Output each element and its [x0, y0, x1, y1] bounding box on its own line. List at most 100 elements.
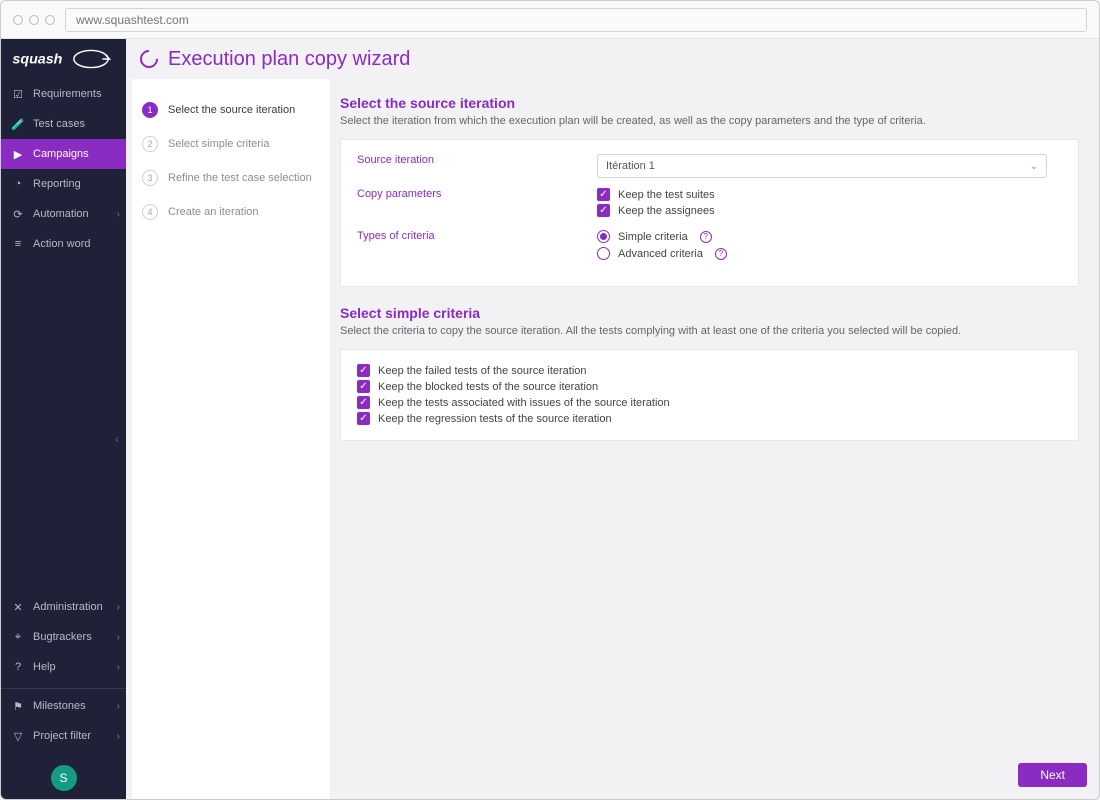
- browser-chrome: www.squashtest.com: [1, 1, 1099, 39]
- checkbox-icon: [597, 204, 610, 217]
- step-number: 2: [142, 136, 158, 152]
- checkbox-icon: [597, 188, 610, 201]
- page-header: Execution plan copy wizard: [126, 39, 1099, 79]
- source-iteration-label: Source iteration: [357, 154, 597, 166]
- simple-criteria-radio[interactable]: Simple criteria?: [597, 230, 1062, 243]
- sidebar-item-label: Administration: [33, 601, 103, 613]
- checkbox-icon: [357, 380, 370, 393]
- sidebar-item-label: Test cases: [33, 118, 85, 130]
- keep-regression-checkbox[interactable]: Keep the regression tests of the source …: [357, 412, 1062, 425]
- requirements-icon: ☑: [11, 87, 25, 101]
- url-bar[interactable]: www.squashtest.com: [65, 8, 1087, 32]
- sidebar: squash ☑ Requirements 🧪 Test cases ▶ Campai…: [1, 39, 126, 799]
- test-cases-icon: 🧪: [11, 117, 25, 131]
- chevron-right-icon: ›: [117, 602, 120, 613]
- section1-desc: Select the iteration from which the exec…: [340, 115, 1079, 127]
- radio-icon: [597, 247, 610, 260]
- sidebar-item-test-cases[interactable]: 🧪 Test cases: [1, 109, 126, 139]
- sidebar-item-label: Requirements: [33, 88, 101, 100]
- sidebar-item-help[interactable]: ? Help ›: [1, 652, 126, 682]
- sidebar-item-action-word[interactable]: ≡ Action word: [1, 229, 126, 259]
- advanced-criteria-radio[interactable]: Advanced criteria?: [597, 247, 1062, 260]
- help-icon: ?: [11, 660, 25, 674]
- keep-failed-checkbox[interactable]: Keep the failed tests of the source iter…: [357, 364, 1062, 377]
- sidebar-item-label: Campaigns: [33, 148, 89, 160]
- campaigns-icon: ▶: [11, 147, 25, 161]
- chevron-right-icon: ›: [117, 731, 120, 742]
- checkbox-label: Keep the assignees: [618, 205, 715, 217]
- sidebar-item-label: Project filter: [33, 730, 91, 742]
- next-button[interactable]: Next: [1018, 763, 1087, 787]
- sidebar-item-label: Action word: [33, 238, 90, 250]
- sidebar-item-project-filter[interactable]: ▽ Project filter ›: [1, 721, 126, 751]
- sidebar-item-label: Help: [33, 661, 56, 673]
- checkbox-label: Keep the test suites: [618, 189, 715, 201]
- checkbox-label: Keep the blocked tests of the source ite…: [378, 381, 598, 393]
- checkbox-label: Keep the failed tests of the source iter…: [378, 365, 587, 377]
- step-label: Select the source iteration: [168, 104, 295, 116]
- svg-text:squash: squash: [12, 51, 62, 67]
- sidebar-item-label: Automation: [33, 208, 89, 220]
- step-number: 4: [142, 204, 158, 220]
- keep-issues-checkbox[interactable]: Keep the tests associated with issues of…: [357, 396, 1062, 409]
- sidebar-item-milestones[interactable]: ⚑ Milestones ›: [1, 691, 126, 721]
- automation-icon: ⟳: [11, 207, 25, 221]
- keep-assignees-checkbox[interactable]: Keep the assignees: [597, 204, 1062, 217]
- main: Execution plan copy wizard 1Select the s…: [126, 39, 1099, 799]
- wizard-form: Select the source iteration Select the i…: [330, 79, 1095, 799]
- admin-icon: ✕: [11, 600, 25, 614]
- checkbox-icon: [357, 412, 370, 425]
- step-2[interactable]: 2Select simple criteria: [142, 127, 320, 161]
- section2-title: Select simple criteria: [340, 305, 1079, 321]
- section1-title: Select the source iteration: [340, 95, 1079, 111]
- help-icon[interactable]: ?: [700, 231, 712, 243]
- source-iteration-select[interactable]: Itération 1⌄: [597, 154, 1047, 178]
- step-label: Create an iteration: [168, 206, 259, 218]
- page-title: Execution plan copy wizard: [168, 48, 410, 71]
- step-label: Refine the test case selection: [168, 172, 312, 184]
- reporting-icon: ◔: [11, 177, 25, 191]
- step-number: 3: [142, 170, 158, 186]
- window-close-dot[interactable]: [13, 15, 23, 25]
- section1-panel: Source iteration Itération 1⌄ Copy param…: [340, 139, 1079, 287]
- window-min-dot[interactable]: [29, 15, 39, 25]
- bug-icon: ⌖: [11, 630, 25, 644]
- sidebar-item-label: Bugtrackers: [33, 631, 92, 643]
- sidebar-item-label: Milestones: [33, 700, 86, 712]
- user-avatar[interactable]: S: [51, 765, 77, 791]
- step-3[interactable]: 3 Refine the test case selection: [142, 161, 320, 195]
- sidebar-item-administration[interactable]: ✕ Administration ›: [1, 592, 126, 622]
- wizard-steps: 1Select the source iteration 2Select sim…: [132, 79, 330, 799]
- chevron-right-icon: ›: [117, 209, 120, 220]
- action-word-icon: ≡: [11, 237, 25, 251]
- filter-icon: ▽: [11, 729, 25, 743]
- step-4[interactable]: 4 Create an iteration: [142, 195, 320, 229]
- sidebar-item-label: Reporting: [33, 178, 81, 190]
- sidebar-item-campaigns[interactable]: ▶ Campaigns: [1, 139, 126, 169]
- logo[interactable]: squash: [1, 39, 126, 79]
- separator: [1, 688, 126, 689]
- sidebar-item-reporting[interactable]: ◔ Reporting: [1, 169, 126, 199]
- section2-panel: Keep the failed tests of the source iter…: [340, 349, 1079, 441]
- chevron-right-icon: ›: [117, 701, 120, 712]
- chevron-right-icon: ›: [117, 662, 120, 673]
- help-icon[interactable]: ?: [715, 248, 727, 260]
- select-value: Itération 1: [606, 160, 655, 172]
- reload-icon[interactable]: [136, 46, 161, 71]
- keep-test-suites-checkbox[interactable]: Keep the test suites: [597, 188, 1062, 201]
- sidebar-item-bugtrackers[interactable]: ⌖ Bugtrackers ›: [1, 622, 126, 652]
- flag-icon: ⚑: [11, 699, 25, 713]
- checkbox-icon: [357, 364, 370, 377]
- copy-parameters-label: Copy parameters: [357, 188, 597, 200]
- radio-label: Simple criteria: [618, 231, 688, 243]
- checkbox-label: Keep the regression tests of the source …: [378, 413, 612, 425]
- radio-label: Advanced criteria: [618, 248, 703, 260]
- sidebar-item-automation[interactable]: ⟳ Automation ›: [1, 199, 126, 229]
- step-1[interactable]: 1Select the source iteration: [142, 93, 320, 127]
- types-of-criteria-label: Types of criteria: [357, 230, 597, 242]
- sidebar-item-requirements[interactable]: ☑ Requirements: [1, 79, 126, 109]
- window-max-dot[interactable]: [45, 15, 55, 25]
- keep-blocked-checkbox[interactable]: Keep the blocked tests of the source ite…: [357, 380, 1062, 393]
- checkbox-icon: [357, 396, 370, 409]
- chevron-right-icon: ›: [117, 632, 120, 643]
